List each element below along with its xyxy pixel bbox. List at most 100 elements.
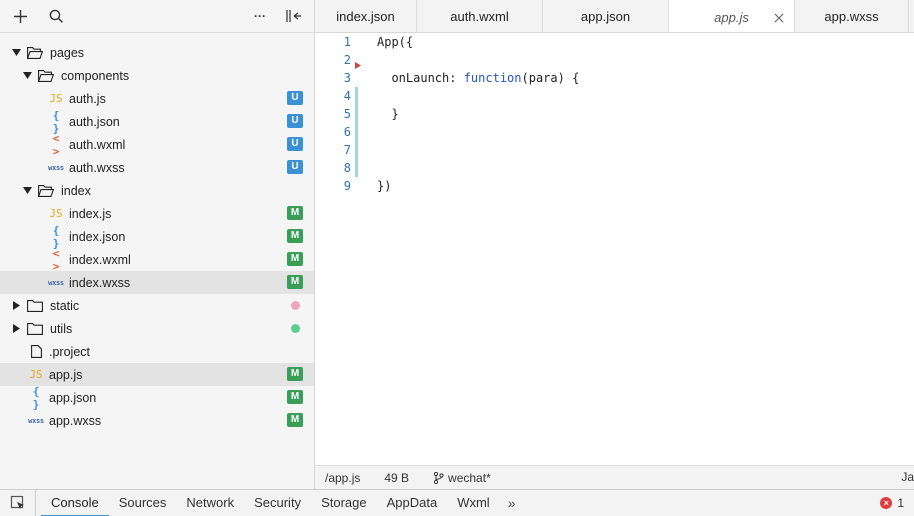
line-number-row: 7 xyxy=(315,141,373,159)
line-number: 8 xyxy=(343,161,351,175)
line-number: 6 xyxy=(343,125,351,139)
code-token: onLaunch: xyxy=(377,71,464,85)
code-token: App({ xyxy=(377,35,414,49)
error-count: 1 xyxy=(897,496,904,510)
tab-app-js[interactable]: app.js xyxy=(669,0,795,32)
folder-row[interactable]: pages xyxy=(0,41,314,64)
tree-item-label: pages xyxy=(50,45,85,60)
more-options-button[interactable]: ··· xyxy=(248,4,272,28)
tree-item-label: index.wxss xyxy=(69,275,131,290)
json-file-icon: { } xyxy=(32,384,40,411)
code-token: }) xyxy=(377,179,392,193)
modified-line-indicator xyxy=(355,159,358,177)
tree-item-label: utils xyxy=(50,321,73,336)
inspect-element-icon[interactable] xyxy=(0,490,36,516)
js-file-icon: JS xyxy=(49,207,63,220)
caret-down-icon[interactable] xyxy=(11,48,21,58)
plus-icon[interactable] xyxy=(8,4,32,28)
line-number: 7 xyxy=(343,143,351,157)
line-number: 9 xyxy=(343,179,351,193)
close-icon[interactable] xyxy=(774,11,784,26)
collapse-sidebar-icon[interactable] xyxy=(282,4,306,28)
folder-row[interactable]: components xyxy=(0,64,314,87)
file-size: 49 B xyxy=(384,470,410,485)
folder-open-icon xyxy=(38,69,54,82)
file-row[interactable]: wxss auth.wxss U xyxy=(0,156,314,179)
explorer-toolbar: ··· xyxy=(0,0,314,33)
tab-label: auth.wxml xyxy=(450,9,509,24)
file-row[interactable]: JS index.js M xyxy=(0,202,314,225)
git-status-dot xyxy=(291,324,300,333)
file-row[interactable]: { } index.json M xyxy=(0,224,314,250)
file-row[interactable]: wxss index.wxss M xyxy=(0,271,314,294)
folder-row[interactable]: static xyxy=(0,294,314,317)
file-row[interactable]: .project xyxy=(0,340,314,363)
search-icon[interactable] xyxy=(44,4,68,28)
line-number: 1 xyxy=(343,35,351,49)
devtools-tab-storage[interactable]: Storage xyxy=(311,490,377,516)
wxss-file-icon: wxss xyxy=(48,278,64,287)
folder-open-icon xyxy=(38,184,54,197)
language-mode[interactable]: Ja xyxy=(901,470,914,484)
file-row[interactable]: wxss app.wxss M xyxy=(0,409,314,432)
devtools-tabbar: Console Sources Network Security Storage AppD… xyxy=(0,489,914,516)
tree-item-label: index.json xyxy=(69,229,126,244)
modified-line-indicator xyxy=(355,87,358,105)
status-bar: /app.js 49 B wechat* Ja xyxy=(315,465,914,489)
error-icon: × xyxy=(880,497,893,509)
file-row[interactable]: < > auth.wxml U xyxy=(0,132,314,158)
keyword-token: function xyxy=(463,71,522,85)
tree-item-label: static xyxy=(50,298,80,313)
line-number-row: 6 xyxy=(315,123,373,141)
tab-app-wxss[interactable]: app.wxss xyxy=(795,0,909,32)
file-row[interactable]: JS auth.js U xyxy=(0,87,314,110)
code-line: App({ xyxy=(377,33,914,51)
devtools-tab-wxml[interactable]: Wxml xyxy=(447,490,500,516)
line-number: 3 xyxy=(343,71,351,85)
tab-auth-wxml[interactable]: auth.wxml xyxy=(417,0,543,32)
editor-tabs: index.json auth.wxml app.json app.js app.wxs… xyxy=(315,0,914,33)
code-editor[interactable]: 1 2 3 4 5 6 7 8 9 App({ onLaunch: function(para)… xyxy=(315,33,914,465)
tab-app-json[interactable]: app.json xyxy=(543,0,669,32)
tree-item-label: auth.wxss xyxy=(69,160,125,175)
file-row[interactable]: JS app.js M xyxy=(0,363,314,386)
code-area[interactable]: App({ onLaunch: function(para) { }}) xyxy=(377,33,914,195)
folder-row[interactable]: index xyxy=(0,179,314,202)
folder-icon xyxy=(27,322,43,335)
tree-item-label: app.js xyxy=(49,367,83,382)
file-row[interactable]: { } app.json M xyxy=(0,384,314,411)
file-row[interactable]: { } auth.json U xyxy=(0,109,314,135)
devtools-tab-security[interactable]: Security xyxy=(244,490,311,516)
git-status-badge: U xyxy=(287,91,303,105)
more-tabs-button[interactable]: » xyxy=(500,495,524,511)
tab-label: index.json xyxy=(336,9,395,24)
devtools-tab-sources[interactable]: Sources xyxy=(109,490,177,516)
code-line: }) xyxy=(377,177,914,195)
folder-row[interactable]: utils xyxy=(0,317,314,340)
caret-right-icon[interactable] xyxy=(11,301,21,311)
git-status-badge: U xyxy=(287,137,303,151)
git-branch[interactable]: wechat* xyxy=(433,471,491,485)
file-row[interactable]: < > index.wxml M xyxy=(0,247,314,273)
git-status-badge: U xyxy=(287,114,303,128)
git-status-badge: M xyxy=(287,229,303,243)
caret-down-icon[interactable] xyxy=(22,71,32,81)
code-token: (para) { xyxy=(521,71,580,85)
tree-item-label: index xyxy=(61,183,91,198)
tab-label: app.js xyxy=(714,9,749,25)
git-status-badge: M xyxy=(287,413,303,427)
devtools-tab-network[interactable]: Network xyxy=(176,490,244,516)
error-counter[interactable]: × 1 xyxy=(880,496,904,510)
devtools-tab-console[interactable]: Console xyxy=(41,490,109,516)
line-gutter: 1 2 3 4 5 6 7 8 9 xyxy=(315,33,373,195)
code-token: } xyxy=(377,107,399,121)
caret-down-icon[interactable] xyxy=(22,186,32,196)
devtools-tab-appdata[interactable]: AppData xyxy=(377,490,448,516)
line-number: 2 xyxy=(343,53,351,67)
wxss-file-icon: wxss xyxy=(28,416,44,425)
caret-right-icon[interactable] xyxy=(11,324,21,334)
tab-index-json[interactable]: index.json xyxy=(315,0,417,32)
